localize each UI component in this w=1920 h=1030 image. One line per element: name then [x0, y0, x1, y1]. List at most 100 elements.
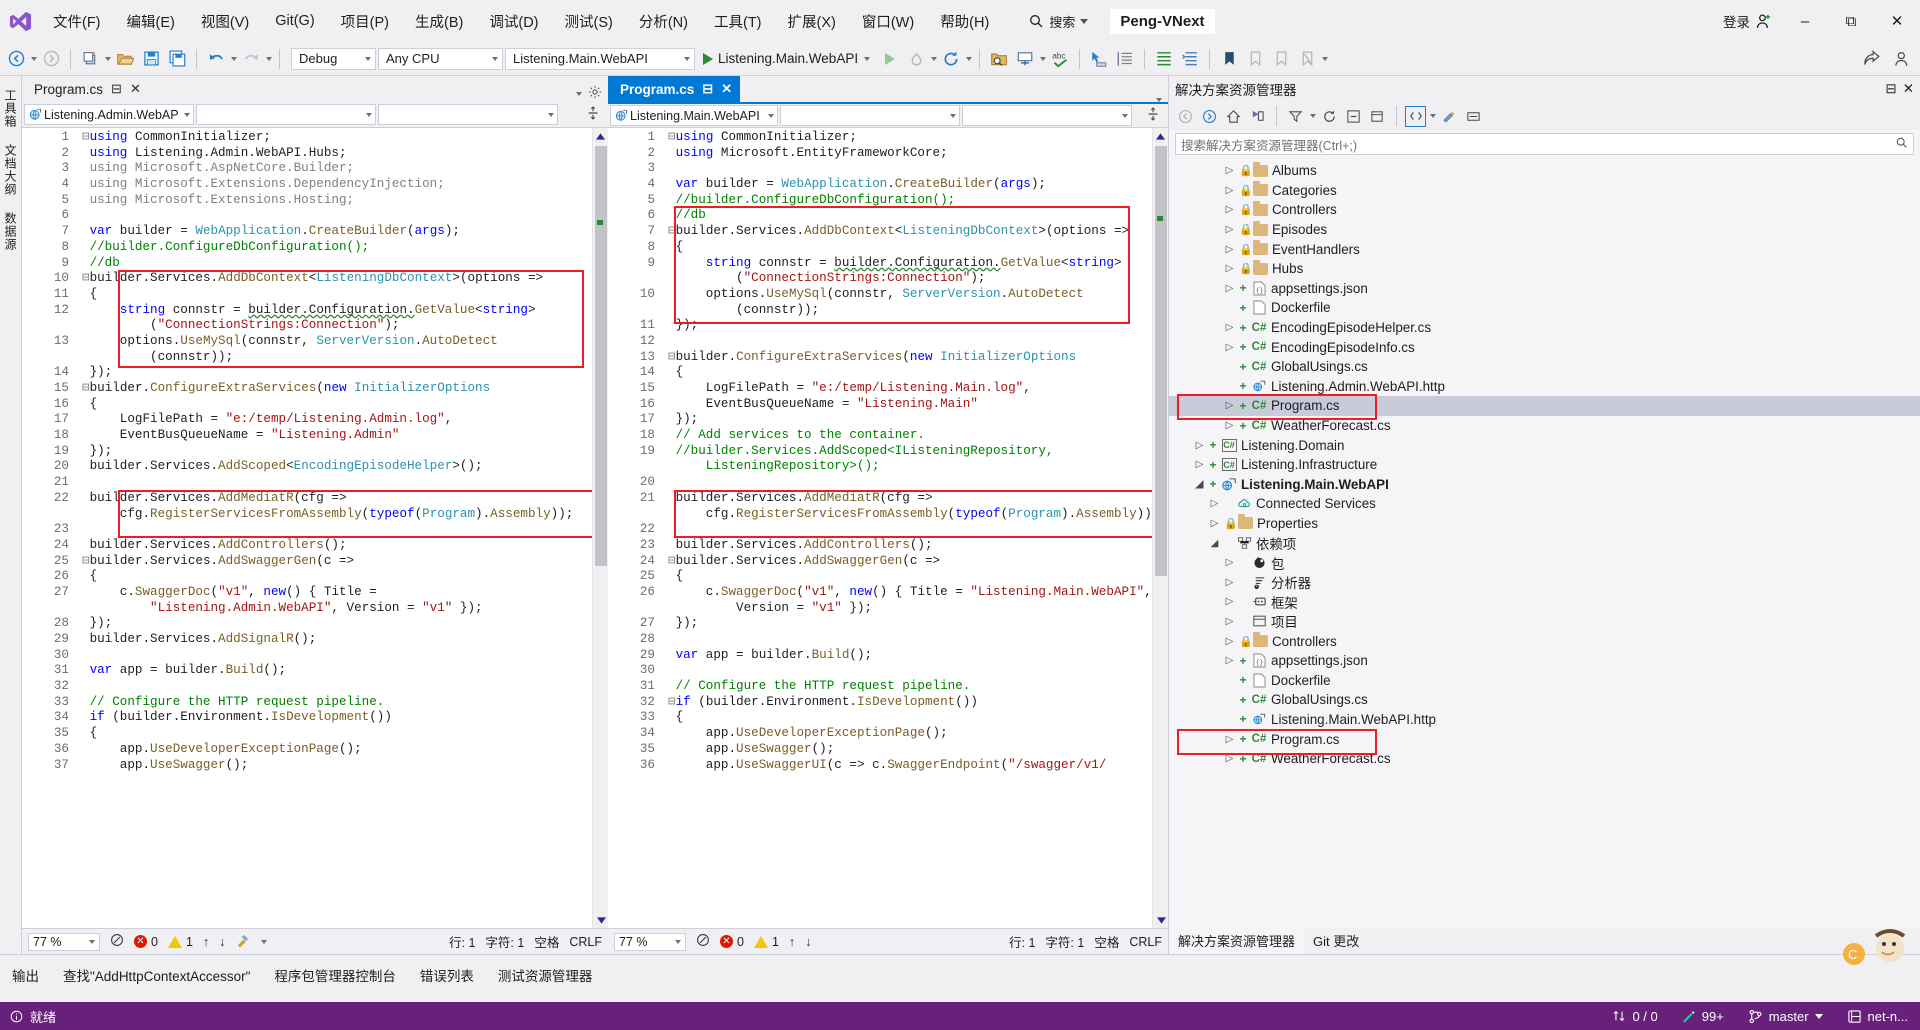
- pin-icon[interactable]: ⊟: [111, 81, 122, 97]
- menu-window[interactable]: 窗口(W): [849, 5, 927, 38]
- chevron-right-icon[interactable]: ▷: [1224, 636, 1235, 647]
- repository[interactable]: net-n...: [1835, 1002, 1920, 1030]
- menu-analyze[interactable]: 分析(N): [626, 5, 701, 38]
- chevron-right-icon[interactable]: ▷: [1224, 165, 1235, 176]
- scroll-up-arrow-icon[interactable]: [1153, 128, 1168, 144]
- member-combo-left[interactable]: [378, 104, 558, 125]
- error-count-left[interactable]: ✕ 0: [134, 935, 158, 949]
- new-project-dropdown-icon[interactable]: [105, 56, 111, 61]
- solution-explorer-tree[interactable]: ▷ 🔒 Albums ▷ 🔒 Categories ▷ 🔒 Controllers ▷ 🔒 Episo…: [1169, 159, 1920, 928]
- prev-issue-button-left[interactable]: ↑: [203, 935, 209, 949]
- bookmark-overflow-icon[interactable]: [1322, 56, 1329, 61]
- tree-item[interactable]: ▷ 🔒 Albums: [1169, 161, 1920, 181]
- tab-output[interactable]: 输出: [0, 958, 51, 992]
- menu-project[interactable]: 项目(P): [328, 5, 402, 38]
- nav-forward-button[interactable]: [39, 47, 63, 71]
- chevron-right-icon[interactable]: ▷: [1224, 557, 1235, 568]
- tree-item[interactable]: ▷ + C# Listening.Domain: [1169, 435, 1920, 455]
- menu-view[interactable]: 视图(V): [188, 5, 262, 38]
- undo-button[interactable]: [204, 47, 228, 71]
- sign-in-button[interactable]: 登录: [1713, 11, 1782, 31]
- warning-count-right[interactable]: 1: [753, 935, 779, 949]
- open-file-button[interactable]: [113, 47, 137, 71]
- pin-icon[interactable]: ⊟: [1885, 81, 1896, 97]
- tree-item[interactable]: ▷ 包: [1169, 553, 1920, 573]
- tree-item[interactable]: ▷ 🔒 Hubs: [1169, 259, 1920, 279]
- tree-item[interactable]: + C# GlobalUsings.cs: [1169, 357, 1920, 377]
- code-cleanup-dropdown-icon[interactable]: [261, 939, 268, 944]
- scroll-down-arrow-icon[interactable]: [593, 912, 608, 928]
- chevron-right-icon[interactable]: ▷: [1224, 655, 1235, 666]
- menu-git[interactable]: Git(G): [262, 7, 327, 35]
- eol-indicator-right[interactable]: CRLF: [1129, 935, 1162, 949]
- tab-program-cs-right[interactable]: Program.cs ⊟ ✕: [608, 76, 741, 102]
- hot-reload-button[interactable]: [904, 47, 928, 71]
- refresh-icon[interactable]: [1319, 106, 1340, 127]
- menu-debug[interactable]: 调试(D): [476, 5, 551, 38]
- platform-combo[interactable]: Any CPU: [378, 47, 503, 70]
- tree-item[interactable]: ▷ + C# WeatherForecast.cs: [1169, 416, 1920, 436]
- tab-error-list[interactable]: 错误列表: [408, 958, 486, 992]
- zoom-combo-right[interactable]: 77 %: [614, 932, 686, 951]
- save-button[interactable]: [139, 47, 163, 71]
- menu-extensions[interactable]: 扩展(X): [775, 5, 849, 38]
- new-project-button[interactable]: [78, 47, 102, 71]
- chevron-right-icon[interactable]: ▷: [1224, 244, 1235, 255]
- spaces-indicator-left[interactable]: 空格: [534, 932, 559, 951]
- next-issue-button-left[interactable]: ↓: [219, 935, 225, 949]
- restart-button[interactable]: [939, 47, 963, 71]
- increase-indent-button[interactable]: [1152, 47, 1176, 71]
- scrollbar-thumb-left[interactable]: [595, 146, 607, 566]
- chevron-right-icon[interactable]: ▷: [1224, 185, 1235, 196]
- chevron-down-icon[interactable]: [1080, 18, 1089, 24]
- tree-item[interactable]: ▷ + C# Listening.Infrastructure: [1169, 455, 1920, 475]
- no-issues-icon[interactable]: [110, 933, 124, 950]
- chevron-right-icon[interactable]: ▷: [1224, 204, 1235, 215]
- comment-selection-button[interactable]: [1013, 47, 1037, 71]
- scroll-up-arrow-icon[interactable]: [593, 128, 608, 144]
- minimize-button[interactable]: –: [1782, 0, 1828, 42]
- tree-item[interactable]: ▷ 项目: [1169, 612, 1920, 632]
- tab-solution-explorer[interactable]: 解决方案资源管理器: [1169, 925, 1305, 954]
- code-editor-left[interactable]: 1 ⊟using CommonInitializer; 2 using Listen…: [22, 128, 608, 928]
- preview-selected-items-icon[interactable]: [1463, 106, 1484, 127]
- menu-file[interactable]: 文件(F): [40, 5, 114, 38]
- chevron-right-icon[interactable]: ▷: [1224, 596, 1235, 607]
- chevron-right-icon[interactable]: ▷: [1224, 616, 1235, 627]
- type-combo-right[interactable]: [780, 105, 960, 126]
- chevron-right-icon[interactable]: ▷: [1224, 224, 1235, 235]
- startup-project-combo[interactable]: Listening.Main.WebAPI: [505, 47, 695, 70]
- tree-item[interactable]: ◢ 依赖项: [1169, 533, 1920, 553]
- chevron-right-icon[interactable]: ▷: [1194, 459, 1205, 470]
- tree-item[interactable]: + Dockerfile: [1169, 670, 1920, 690]
- run-button[interactable]: Listening.Main.WebAPI: [697, 47, 876, 71]
- collapse-all-icon[interactable]: [1343, 106, 1364, 127]
- tree-item[interactable]: ▷ + C# WeatherForecast.cs: [1169, 749, 1920, 769]
- tab-find-results[interactable]: 查找"AddHttpContextAccessor": [51, 958, 262, 992]
- prev-issue-button-right[interactable]: ↑: [789, 935, 795, 949]
- solution-explorer-search[interactable]: 搜索解决方案资源管理器(Ctrl+;): [1175, 133, 1914, 155]
- restart-dropdown-icon[interactable]: [966, 56, 973, 61]
- global-search[interactable]: 搜索: [1028, 12, 1089, 31]
- view-code-icon[interactable]: [1405, 105, 1426, 127]
- build-configuration-combo[interactable]: Debug: [291, 47, 376, 70]
- gear-icon[interactable]: [588, 85, 602, 102]
- nav-back-button[interactable]: [4, 47, 28, 71]
- chevron-right-icon[interactable]: ▷: [1224, 283, 1235, 294]
- undo-dropdown-icon[interactable]: [231, 56, 237, 61]
- chevron-right-icon[interactable]: ▷: [1209, 498, 1220, 509]
- find-in-files-button[interactable]: [987, 47, 1011, 71]
- go-to-definition-button[interactable]: [1087, 47, 1111, 71]
- tree-item[interactable]: ▷ 🔒 EventHandlers: [1169, 239, 1920, 259]
- filter-icon[interactable]: [1285, 106, 1306, 127]
- decrease-indent-button[interactable]: [1178, 47, 1202, 71]
- tree-item[interactable]: + Dockerfile: [1169, 298, 1920, 318]
- back-icon[interactable]: [1175, 106, 1196, 127]
- tree-item[interactable]: ▷ 🔒 Episodes: [1169, 220, 1920, 240]
- sidebar-tab-toolbox[interactable]: 工具箱: [0, 82, 22, 135]
- menu-edit[interactable]: 编辑(E): [114, 5, 188, 38]
- tree-item[interactable]: ▷ + {} appsettings.json: [1169, 651, 1920, 671]
- member-combo-right[interactable]: [962, 105, 1132, 126]
- indent-region-button[interactable]: [1113, 47, 1137, 71]
- tree-item[interactable]: ▷ + C# Program.cs: [1169, 729, 1920, 749]
